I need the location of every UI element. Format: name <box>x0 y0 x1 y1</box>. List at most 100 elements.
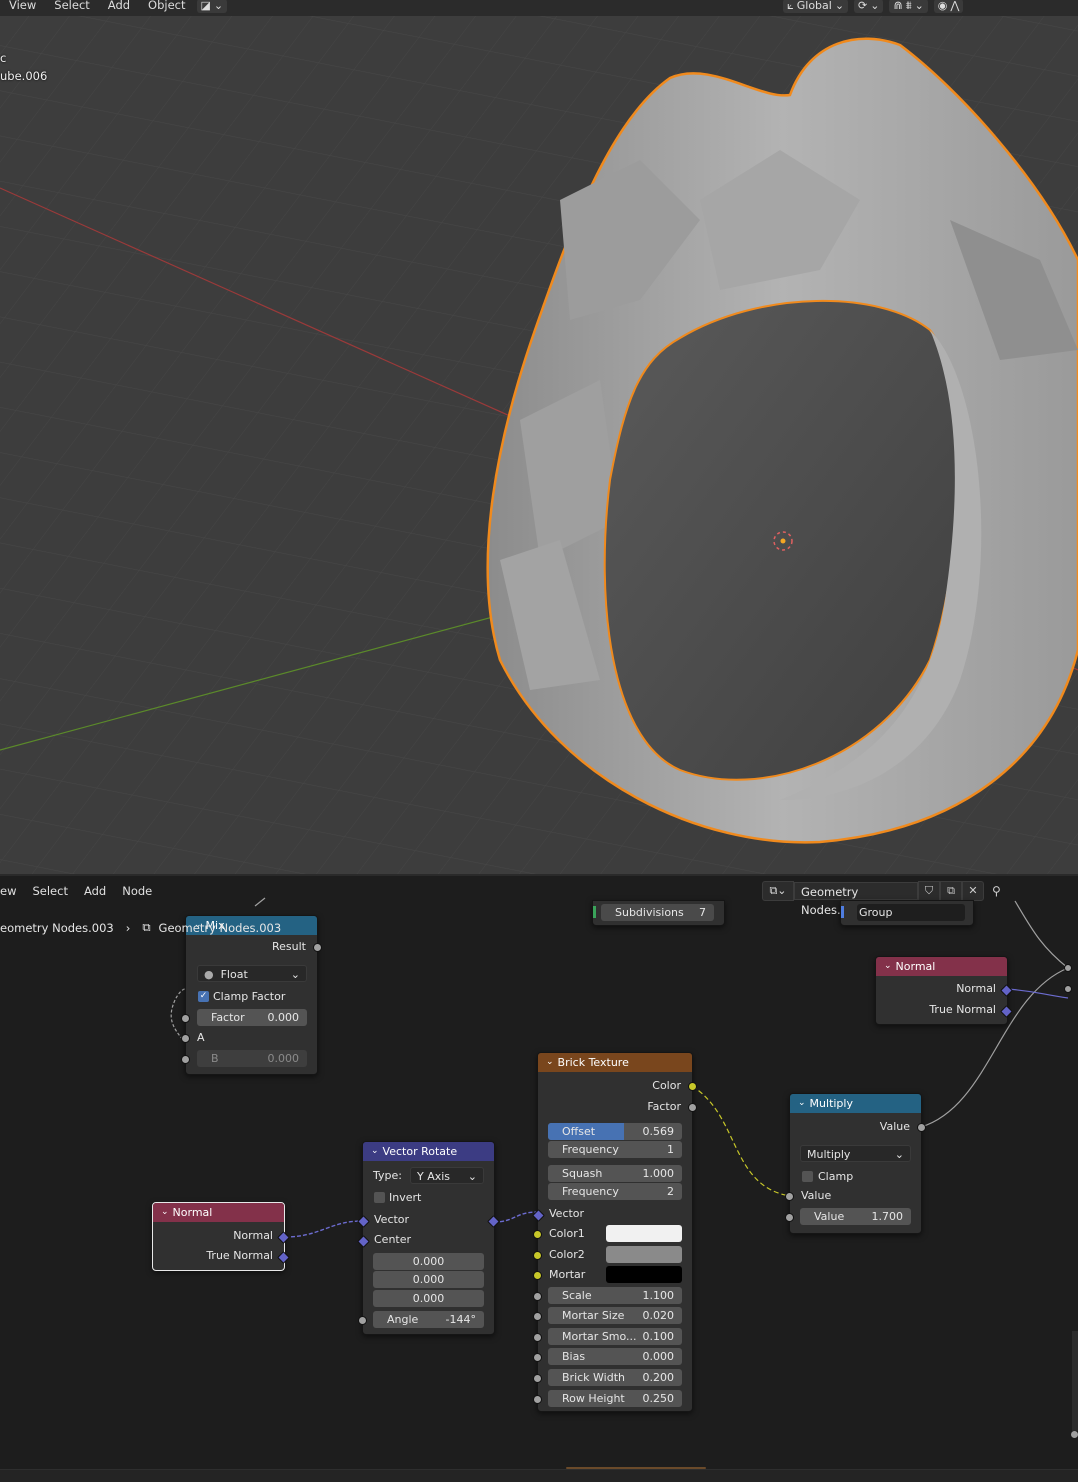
pivot-dropdown[interactable]: ⟳ ⌄ <box>854 0 884 13</box>
scale-field[interactable]: Scale 1.100 <box>548 1287 682 1304</box>
proportional-edit-toggle[interactable]: ◉ ⋀ <box>933 0 964 13</box>
edge-socket[interactable] <box>1064 985 1072 993</box>
brick-factor-socket[interactable] <box>688 1103 697 1112</box>
multiply-input1-socket[interactable] <box>785 1192 794 1201</box>
mix-result-socket[interactable] <box>313 943 322 952</box>
color1-swatch[interactable] <box>606 1225 682 1242</box>
scale-socket[interactable] <box>533 1292 542 1301</box>
normal-node-header[interactable]: ⌄ Normal <box>876 957 1007 976</box>
chevron-down-icon: ⌄ <box>290 968 300 981</box>
center-z-field[interactable]: 0.000 <box>373 1290 484 1307</box>
brick-node-header[interactable]: ⌄ Brick Texture <box>538 1053 692 1072</box>
mix-factor-socket[interactable] <box>181 1014 190 1023</box>
menu-object[interactable]: Object <box>139 0 194 13</box>
mix-a-socket[interactable] <box>181 1034 190 1043</box>
tree-name-field[interactable]: Geometry Nodes.003 <box>794 882 918 917</box>
multiply-value-field[interactable]: Value 1.700 <box>800 1208 911 1225</box>
duplicate-icon[interactable]: ⧉ <box>940 881 962 901</box>
subdivisions-field[interactable]: Subdivisions 7 <box>601 904 714 921</box>
edge-socket[interactable] <box>1071 1431 1078 1438</box>
clamp-checkbox[interactable] <box>802 1171 813 1182</box>
squash-field[interactable]: Squash 1.000 <box>548 1165 682 1182</box>
multiply-value-socket[interactable] <box>917 1123 926 1132</box>
menu-node[interactable]: Node <box>114 884 160 898</box>
value-field-label: Value <box>814 1210 845 1223</box>
squash-label: Squash <box>562 1167 603 1180</box>
mortar-socket[interactable] <box>533 1271 542 1280</box>
brick-width-field[interactable]: Brick Width 0.200 <box>548 1369 682 1386</box>
mortar-size-field[interactable]: Mortar Size 0.020 <box>548 1307 682 1324</box>
viewport-canvas[interactable] <box>0 0 1078 874</box>
brick-color-socket[interactable] <box>688 1082 697 1091</box>
partial-node-subdivide[interactable]: Subdivisions 7 <box>592 900 725 926</box>
breadcrumb-parent[interactable]: eometry Nodes.003 <box>0 921 114 935</box>
menu-select[interactable]: Select <box>24 884 75 898</box>
edge-socket[interactable] <box>1064 964 1072 972</box>
menu-select[interactable]: Select <box>45 0 98 13</box>
brick-width-socket[interactable] <box>533 1374 542 1383</box>
close-icon[interactable]: ✕ <box>962 881 984 901</box>
clamp-factor-checkbox[interactable]: ✓ <box>198 991 209 1002</box>
fake-user-icon[interactable]: ⛉ <box>918 881 940 901</box>
collapse-chevron-icon[interactable]: ⌄ <box>161 1203 169 1222</box>
multiply-node[interactable]: ⌄ Multiply Value Multiply ⌄ Clamp Value … <box>785 1093 926 1234</box>
collapse-chevron-icon[interactable]: ⌄ <box>371 1142 379 1161</box>
angle-socket[interactable] <box>358 1316 367 1325</box>
scroll-indicator[interactable] <box>566 1467 706 1469</box>
mortar-smooth-socket[interactable] <box>533 1333 542 1342</box>
orientation-dropdown[interactable]: ⟀ Global ⌄ <box>783 0 849 13</box>
partial-node-group[interactable]: Group <box>840 900 974 926</box>
vector-rotate-node[interactable]: ⌄ Vector Rotate Type: Y Axis ⌄ Invert Ve… <box>357 1141 500 1335</box>
mix-data-type-dropdown[interactable]: ● Float ⌄ <box>197 965 307 982</box>
normal-node-right[interactable]: ⌄ Normal Normal True Normal <box>875 956 1013 1025</box>
frequency1-value: 1 <box>667 1143 674 1156</box>
link-brick-to-multiply <box>691 1085 791 1197</box>
browse-tree-button[interactable]: ⧉⌄ <box>762 881 794 901</box>
normal-node-left[interactable]: ⌄ Normal Normal True Normal <box>152 1202 290 1271</box>
color2-socket[interactable] <box>533 1251 542 1260</box>
mix-node[interactable]: ⌄ Mix Result ● Float ⌄ ✓ Clamp Factor Fa… <box>181 915 322 1075</box>
multiply-node-header[interactable]: ⌄ Multiply <box>790 1094 921 1113</box>
type-value: Y Axis <box>417 1170 451 1183</box>
bottom-panel-edge <box>0 1469 1078 1482</box>
mortar-smooth-field[interactable]: Mortar Smo... 0.100 <box>548 1328 682 1345</box>
mix-b-field[interactable]: B 0.000 <box>197 1050 307 1067</box>
collapse-chevron-icon[interactable]: ⌄ <box>884 957 892 976</box>
menu-add[interactable]: Add <box>76 884 114 898</box>
node-editor[interactable]: ew Select Add Node ⧉⌄ Geometry Nodes.003… <box>0 874 1078 1482</box>
menu-view[interactable]: ew <box>0 884 24 898</box>
3d-viewport[interactable]: View Select Add Object ◪ ⌄ ⟀ Global ⌄ ⟳ ⌄ … <box>0 0 1078 874</box>
rotate-type-dropdown[interactable]: Y Axis ⌄ <box>410 1167 484 1184</box>
offset-field[interactable]: Offset 0.569 <box>548 1123 682 1140</box>
bias-socket[interactable] <box>533 1353 542 1362</box>
mix-factor-field[interactable]: Factor 0.000 <box>197 1009 307 1026</box>
menu-add[interactable]: Add <box>99 0 139 13</box>
collapse-chevron-icon[interactable]: ⌄ <box>798 1094 806 1113</box>
center-x-field[interactable]: 0.000 <box>373 1253 484 1270</box>
group-field[interactable]: Group <box>857 904 965 921</box>
collapse-chevron-icon[interactable]: ⌄ <box>546 1053 554 1072</box>
brick-texture-node[interactable]: ⌄ Brick Texture Color Factor Offset 0.56… <box>532 1052 697 1412</box>
bias-field[interactable]: Bias 0.000 <box>548 1348 682 1365</box>
color1-socket[interactable] <box>533 1230 542 1239</box>
frequency2-field[interactable]: Frequency 2 <box>548 1183 682 1200</box>
center-y-field[interactable]: 0.000 <box>373 1271 484 1288</box>
mix-b-socket[interactable] <box>181 1055 190 1064</box>
multiply-operation-dropdown[interactable]: Multiply ⌄ <box>800 1145 911 1162</box>
frequency1-field[interactable]: Frequency 1 <box>548 1141 682 1158</box>
snap-toggle[interactable]: ⋒ ⩩ ⌄ <box>889 0 928 13</box>
row-height-socket[interactable] <box>533 1395 542 1404</box>
invert-checkbox[interactable] <box>374 1192 385 1203</box>
angle-field[interactable]: Angle -144° <box>373 1311 484 1328</box>
mortar-size-socket[interactable] <box>533 1312 542 1321</box>
color2-swatch[interactable] <box>606 1246 682 1263</box>
multiply-input2-socket[interactable] <box>785 1213 794 1222</box>
vector-rotate-header[interactable]: ⌄ Vector Rotate <box>363 1142 494 1161</box>
menu-view[interactable]: View <box>0 0 45 13</box>
row-height-field[interactable]: Row Height 0.250 <box>548 1390 682 1407</box>
mortar-swatch[interactable] <box>606 1266 682 1283</box>
normal-node-header[interactable]: ⌄ Normal <box>153 1203 284 1222</box>
pin-icon[interactable]: ⚲ <box>992 884 1001 898</box>
mode-toggle[interactable]: ◪ ⌄ <box>196 0 228 13</box>
breadcrumb-child[interactable]: Geometry Nodes.003 <box>159 921 282 935</box>
